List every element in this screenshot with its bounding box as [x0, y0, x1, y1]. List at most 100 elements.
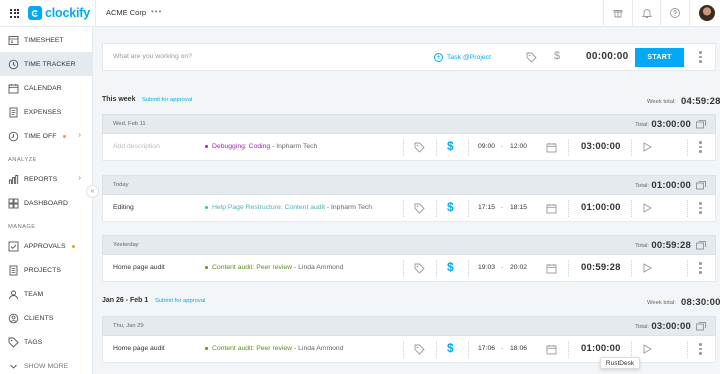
approvals-icon [8, 241, 19, 251]
day-header: Thu, Jan 29 Total: 03:00:00 [102, 316, 716, 336]
sidebar-item-label: EXPENSES [24, 108, 62, 116]
entry-project-name: Debugging: Coding [212, 143, 271, 150]
play-icon[interactable] [643, 203, 652, 213]
sidebar-show-more[interactable]: SHOW MORE [0, 354, 92, 374]
sidebar-item-time-tracker[interactable]: TIME TRACKER [0, 52, 92, 76]
tooltip: RustDesk [600, 357, 640, 369]
entry-description[interactable]: Add description [113, 143, 160, 150]
calendar-icon[interactable] [546, 142, 557, 153]
sidebar-item-dashboard[interactable]: DASHBOARD [0, 191, 92, 215]
week-title: This week [102, 96, 136, 103]
divider [687, 139, 688, 156]
entry-project[interactable]: Content audit: Peer review - Linda Ammon… [205, 345, 344, 352]
entry-description[interactable]: Home page audit [113, 264, 165, 271]
sidebar-item-clients[interactable]: CLIENTS [0, 306, 92, 330]
entry-start-time[interactable]: 17:15 [478, 204, 495, 211]
logo[interactable]: clockify [28, 6, 90, 20]
entry-end-time[interactable]: 12:00 [510, 143, 527, 150]
apps-grid-icon[interactable] [10, 8, 19, 18]
tag-icon[interactable] [414, 203, 425, 214]
help-icon[interactable] [669, 7, 681, 19]
sidebar-item-projects[interactable]: PROJECTS [0, 258, 92, 282]
bulk-edit-icon[interactable] [696, 120, 706, 129]
more-options-icon[interactable] [699, 202, 702, 214]
more-options-icon[interactable] [699, 343, 702, 355]
sidebar-item-label: DASHBOARD [24, 199, 68, 207]
entry-duration[interactable]: 00:59:28 [581, 262, 621, 273]
time-entry-row: Home page audit Content audit: Peer revi… [102, 255, 716, 282]
divider [436, 139, 437, 156]
bulk-edit-icon[interactable] [696, 181, 706, 190]
billable-dollar-icon[interactable]: $ [447, 260, 454, 274]
sidebar-item-team[interactable]: TEAM [0, 282, 92, 306]
sidebar-item-expenses[interactable]: EXPENSES [0, 100, 92, 124]
sidebar-item-time-off[interactable]: TIME OFF › [0, 124, 92, 148]
play-icon[interactable] [643, 142, 652, 152]
avatar[interactable] [699, 5, 715, 21]
bell-icon[interactable] [641, 7, 653, 19]
divider [687, 200, 688, 217]
sidebar-item-label: PROJECTS [24, 266, 62, 274]
dashboard-icon [8, 198, 19, 208]
entry-end-time[interactable]: 18:06 [510, 345, 527, 352]
day-label: Today [113, 182, 129, 188]
sidebar-item-calendar[interactable]: CALENDAR [0, 76, 92, 100]
time-entry-row: Add description Debugging: Coding - Inph… [102, 134, 716, 161]
tag-icon[interactable] [414, 142, 425, 153]
entry-duration[interactable]: 01:00:00 [581, 202, 621, 213]
entry-project[interactable]: Help Page Restructure: Content audit - I… [205, 204, 372, 211]
entry-start-time[interactable]: 09:00 [478, 143, 495, 150]
description-input[interactable]: What are you working on? [113, 53, 192, 60]
sidebar-collapse-button[interactable]: « [86, 185, 99, 198]
sidebar-item-approvals[interactable]: APPROVALS [0, 234, 92, 258]
divider [468, 260, 469, 277]
billable-dollar-icon[interactable]: $ [447, 341, 454, 355]
entry-end-time[interactable]: 20:02 [510, 264, 527, 271]
tag-icon[interactable] [414, 344, 425, 355]
billable-dollar-icon[interactable]: $ [447, 139, 454, 153]
entry-end-time[interactable]: 18:15 [510, 204, 527, 211]
day-header: Yesterday Total: 00:59:28 [102, 235, 716, 255]
entry-description[interactable]: Editing [113, 204, 134, 211]
entry-start-time[interactable]: 17:06 [478, 345, 495, 352]
tag-icon[interactable] [526, 52, 537, 63]
entry-project[interactable]: Debugging: Coding - Inpharm Tech [205, 143, 317, 150]
billable-dollar-icon[interactable]: $ [447, 200, 454, 214]
tag-icon[interactable] [414, 263, 425, 274]
calendar-icon[interactable] [546, 263, 557, 274]
bulk-edit-icon[interactable] [696, 322, 706, 331]
project-color-dot [205, 206, 208, 209]
entry-duration[interactable]: 03:00:00 [581, 141, 621, 152]
more-options-icon[interactable] [699, 262, 702, 274]
more-options-icon[interactable] [699, 51, 702, 63]
bulk-edit-icon[interactable] [696, 241, 706, 250]
play-icon[interactable] [643, 344, 652, 354]
start-button[interactable]: START [635, 48, 684, 67]
workspace-name[interactable]: ACME Corp [106, 8, 146, 17]
entry-project[interactable]: Content audit: Peer review - Linda Ammon… [205, 264, 344, 271]
more-options-icon[interactable] [699, 141, 702, 153]
billable-dollar-icon[interactable]: $ [554, 50, 560, 62]
header-divider [660, 0, 661, 27]
divider [403, 260, 404, 277]
gift-icon[interactable] [612, 7, 624, 19]
submit-for-approval-link[interactable]: Submit for approval [155, 298, 205, 304]
sidebar-item-timesheet[interactable]: TIMESHEET [0, 28, 92, 52]
entry-description[interactable]: Home page audit [113, 345, 165, 352]
entry-duration[interactable]: 01:00:00 [581, 343, 621, 354]
project-picker[interactable]: + Task @Project [434, 53, 491, 62]
sidebar-item-reports[interactable]: REPORTS › [0, 167, 92, 191]
workspace-more-button[interactable]: ••• [151, 7, 162, 16]
entry-project-name: Help Page Restructure: Content audit [212, 204, 325, 211]
week-title: Jan 26 - Feb 1 [102, 297, 149, 304]
divider [568, 139, 569, 156]
day-total-label: Total: [635, 183, 649, 189]
entry-start-time[interactable]: 19:03 [478, 264, 495, 271]
entry-client: - Inpharm Tech [270, 143, 318, 150]
entry-project-name: Content audit: Peer review [212, 264, 293, 271]
calendar-icon[interactable] [546, 203, 557, 214]
calendar-icon[interactable] [546, 344, 557, 355]
play-icon[interactable] [643, 263, 652, 273]
sidebar-item-tags[interactable]: TAGS [0, 330, 92, 354]
submit-for-approval-link[interactable]: Submit for approval [142, 97, 192, 103]
